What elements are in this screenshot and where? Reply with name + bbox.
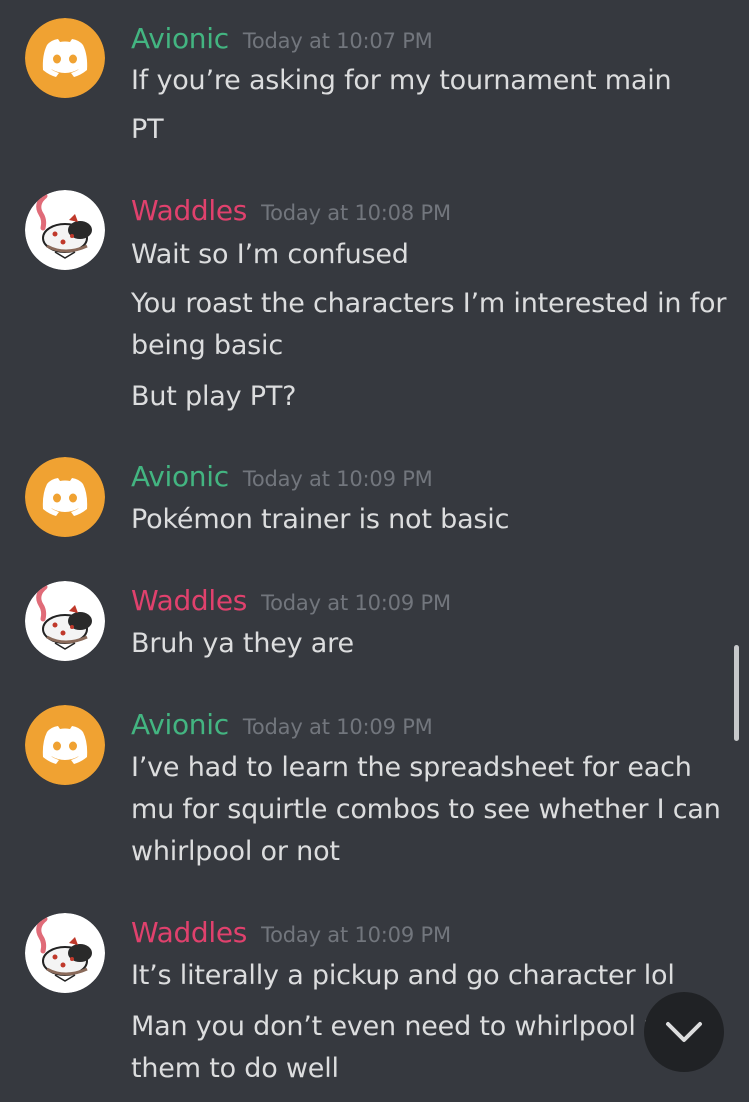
- timestamp: Today at 10:09 PM: [261, 923, 451, 947]
- user-avatar[interactable]: [25, 913, 105, 993]
- message-header: Waddles Today at 10:09 PM: [131, 584, 451, 617]
- message-text: Wait so I’m confused: [131, 239, 409, 270]
- discord-logo-icon: [25, 457, 105, 537]
- message-text: Bruh ya they are: [131, 628, 354, 659]
- username[interactable]: Avionic: [131, 22, 229, 55]
- message-text: You roast the characters I’m interested …: [131, 288, 727, 319]
- timestamp: Today at 10:09 PM: [261, 591, 451, 615]
- timestamp: Today at 10:07 PM: [242, 29, 433, 53]
- scrollbar-thumb[interactable]: [734, 645, 739, 741]
- timestamp: Today at 10:09 PM: [242, 715, 433, 739]
- discord-logo-icon: [25, 18, 105, 98]
- message-text: them to do well: [131, 1053, 339, 1084]
- pokemon-avatar-icon: [25, 913, 105, 993]
- pokemon-avatar-icon: [25, 190, 105, 270]
- message-header: Avionic Today at 10:07 PM: [131, 22, 433, 55]
- user-avatar[interactable]: [25, 18, 105, 98]
- pokemon-avatar-icon: [25, 581, 105, 661]
- user-avatar[interactable]: [25, 190, 105, 270]
- message-text: PT: [131, 114, 164, 145]
- username[interactable]: Waddles: [131, 194, 247, 227]
- username[interactable]: Avionic: [131, 460, 229, 493]
- message-text: If you’re asking for my tournament main: [131, 65, 672, 96]
- message-text: being basic: [131, 330, 283, 361]
- message-text: Man you don’t even need to whirlpool w: [131, 1011, 666, 1042]
- username[interactable]: Avionic: [131, 708, 229, 741]
- message-text: But play PT?: [131, 381, 297, 412]
- message-header: Avionic Today at 10:09 PM: [131, 460, 433, 493]
- message-text: Pokémon trainer is not basic: [131, 504, 510, 535]
- timestamp: Today at 10:08 PM: [261, 201, 451, 225]
- user-avatar[interactable]: [25, 457, 105, 537]
- message-header: Waddles Today at 10:09 PM: [131, 916, 451, 949]
- message-header: Waddles Today at 10:08 PM: [131, 194, 451, 227]
- message-header: Avionic Today at 10:09 PM: [131, 708, 433, 741]
- timestamp: Today at 10:09 PM: [242, 467, 433, 491]
- discord-logo-icon: [25, 705, 105, 785]
- username[interactable]: Waddles: [131, 584, 247, 617]
- jump-to-present-button[interactable]: [644, 992, 724, 1072]
- message-text: I’ve had to learn the spreadsheet for ea…: [131, 752, 692, 783]
- message-text: It’s literally a pickup and go character…: [131, 960, 675, 991]
- username[interactable]: Waddles: [131, 916, 247, 949]
- message-text: whirlpool or not: [131, 836, 340, 867]
- chevron-down-icon: [666, 1022, 702, 1042]
- user-avatar[interactable]: [25, 705, 105, 785]
- user-avatar[interactable]: [25, 581, 105, 661]
- chat-messages: Avionic Today at 10:07 PM If you’re askin…: [0, 0, 749, 1102]
- message-text: mu for squirtle combos to see whether I …: [131, 794, 721, 825]
